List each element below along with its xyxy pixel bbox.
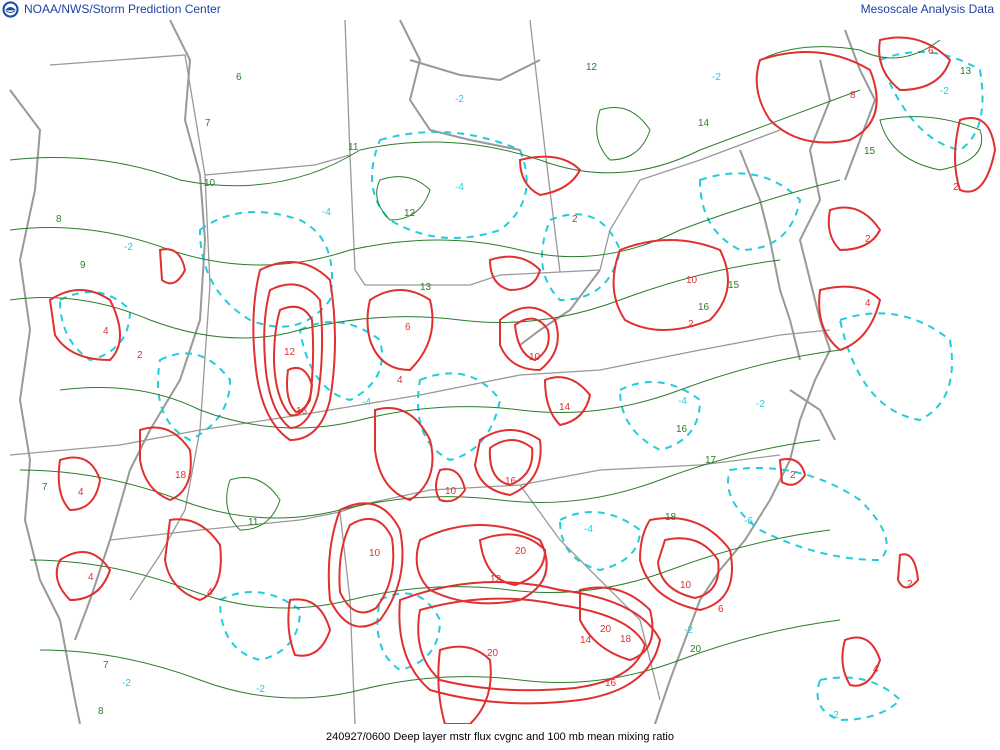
div-label: -2 — [756, 399, 765, 410]
mixratio-label: 6 — [236, 72, 242, 83]
conv-label: 14 — [559, 402, 571, 413]
coastline-and-rivers — [9, 20, 877, 724]
conv-label: 6 — [405, 322, 411, 333]
conv-label: 2 — [688, 319, 694, 330]
conv-label: 2 — [865, 234, 871, 245]
conv-label: 4 — [78, 487, 84, 498]
map-canvas: 4 2 16 12 6 10 14 16 20 12 20 20 18 10 6… — [9, 20, 997, 724]
div-label: -2 — [256, 684, 265, 695]
mixratio-label: 18 — [665, 512, 677, 523]
div-label: -2 — [830, 710, 839, 721]
div-label: -2 — [455, 94, 464, 105]
mixratio-label: 7 — [42, 482, 48, 493]
div-label: -4 — [362, 397, 371, 408]
conv-label: 16 — [505, 476, 517, 487]
mixratio-label: 20 — [690, 644, 702, 655]
div-label: -2 — [684, 625, 693, 636]
div-label: -4 — [678, 396, 687, 407]
mixratio-label: 15 — [728, 280, 740, 291]
mixing-ratio-labels: 6 7 8 9 10 11 12 13 14 15 16 17 18 20 11… — [42, 62, 972, 717]
map-caption: 240927/0600 Deep layer mstr flux cvgnc a… — [326, 731, 674, 743]
header-title-right: Mesoscale Analysis Data — [860, 2, 994, 16]
conv-label: 2 — [953, 182, 959, 193]
mixratio-label: 8 — [56, 214, 62, 225]
conv-label: 18 — [175, 470, 187, 481]
conv-label: 10 — [680, 580, 692, 591]
conv-label: 10 — [445, 486, 457, 497]
div-label: -2 — [712, 72, 721, 83]
conv-label: 20 — [487, 648, 499, 659]
div-label: -2 — [940, 86, 949, 97]
mixratio-label: 12 — [404, 208, 416, 219]
conv-label: 20 — [515, 546, 527, 557]
conv-label: 20 — [600, 624, 612, 635]
mixratio-label: 10 — [204, 178, 216, 189]
conv-label: 6 — [718, 604, 724, 615]
div-label: -2 — [122, 678, 131, 689]
conv-label: 2 — [572, 214, 578, 225]
div-label: -4 — [322, 207, 331, 218]
header-bar: NOAA/NWS/Storm Prediction Center Mesosca… — [0, 0, 1000, 20]
conv-label: 2 — [790, 470, 796, 481]
divergence-labels: -2 -4 -4 -2 -4 -6 -4 -4 -2 -2 -2 -2 -2 -… — [122, 72, 949, 721]
mixratio-label: 11 — [248, 517, 259, 528]
conv-label: 10 — [369, 548, 381, 559]
conv-label: 10 — [529, 352, 541, 363]
conv-label: 4 — [873, 664, 879, 675]
conv-label: 2 — [137, 350, 143, 361]
conv-label: 8 — [850, 90, 856, 101]
conv-label: 2 — [907, 579, 913, 590]
mixratio-label: 7 — [103, 660, 109, 671]
conv-label: 12 — [284, 347, 296, 358]
conv-label: 4 — [865, 298, 871, 309]
mixratio-label: 16 — [676, 424, 688, 435]
conv-label: 14 — [580, 635, 592, 646]
div-label: -4 — [584, 524, 593, 535]
conv-label: 4 — [88, 572, 94, 583]
mixratio-label: 15 — [864, 146, 876, 157]
mixratio-label: 11 — [348, 142, 359, 153]
conv-label: 4 — [207, 587, 213, 598]
mixratio-label: 12 — [586, 62, 598, 73]
header-title-left: NOAA/NWS/Storm Prediction Center — [24, 2, 221, 16]
noaa-logo-icon — [2, 1, 19, 18]
mixratio-label: 7 — [205, 118, 211, 129]
mixratio-label: 9 — [80, 260, 86, 271]
divergence-contours — [58, 51, 984, 722]
conv-label: 10 — [686, 275, 698, 286]
mixratio-label: 13 — [420, 282, 432, 293]
mixratio-label: 16 — [698, 302, 710, 313]
conv-label: 4 — [397, 375, 403, 386]
conv-label: 6 — [928, 46, 934, 57]
convergence-contours — [48, 36, 997, 724]
mixratio-label: 17 — [705, 455, 717, 466]
conv-label: 4 — [103, 326, 109, 337]
mixratio-label: 8 — [98, 706, 104, 717]
conv-label: 16 — [605, 678, 617, 689]
conv-label: 16 — [296, 406, 308, 417]
conv-label: 12 — [490, 574, 502, 585]
div-label: -4 — [455, 182, 464, 193]
conv-label: 18 — [620, 634, 632, 645]
div-label: -6 — [744, 516, 753, 527]
mixratio-label: 13 — [960, 66, 972, 77]
mixratio-label: 14 — [698, 118, 710, 129]
div-label: -2 — [124, 242, 133, 253]
